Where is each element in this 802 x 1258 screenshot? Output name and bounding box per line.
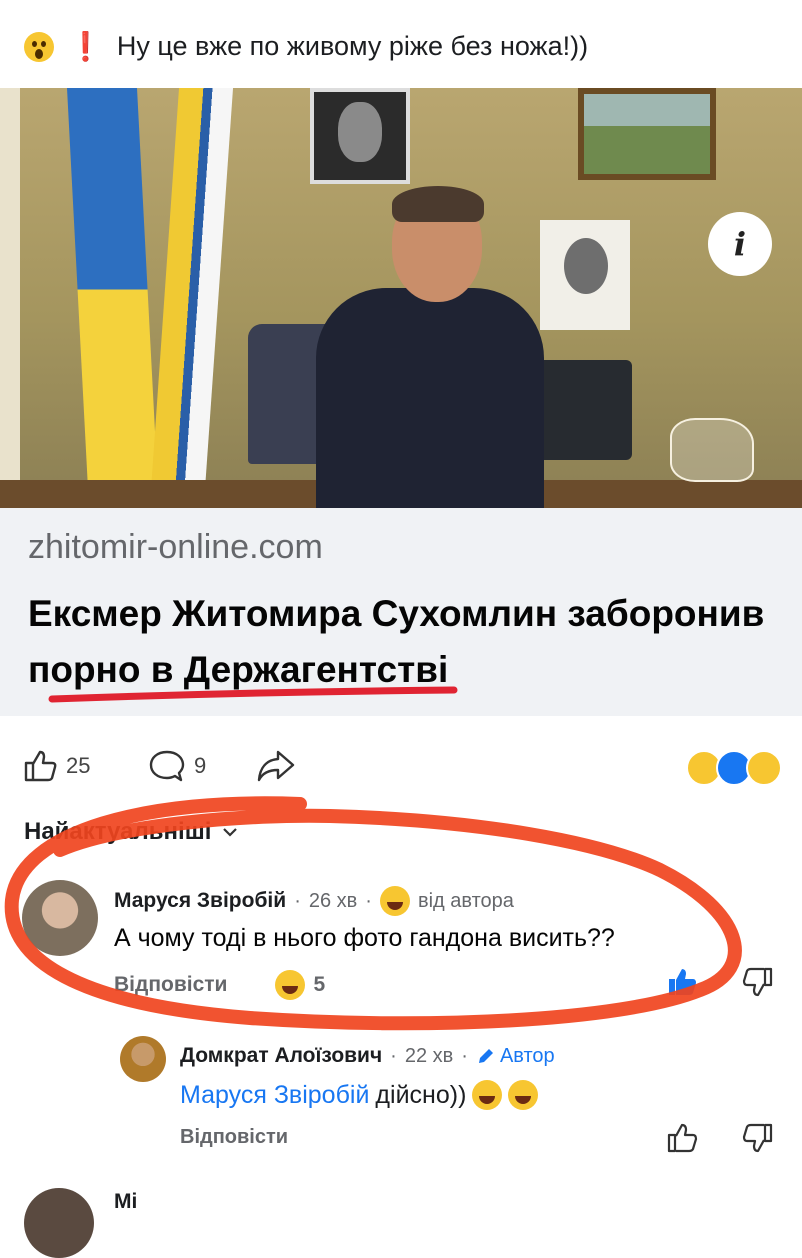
red-underline-annotation: [48, 686, 458, 703]
comment-author[interactable]: Маруся Звіробій: [114, 889, 286, 913]
ukraine-flag: [66, 88, 160, 508]
reaction-summary[interactable]: [686, 750, 782, 786]
grinning-face-icon: [275, 970, 306, 1000]
post-actions: 25 9: [0, 740, 802, 792]
comment-button[interactable]: 9: [148, 748, 206, 784]
wall-edge: [0, 88, 20, 508]
avatar-marusia[interactable]: [22, 880, 98, 956]
reaction-count[interactable]: 5: [313, 973, 325, 997]
sort-label: Найактуальніші: [24, 818, 212, 845]
dot-separator: ·: [461, 1044, 468, 1067]
thumbs-down-icon[interactable]: [742, 966, 774, 998]
comment-count: 9: [194, 753, 207, 778]
wall-drawing: [540, 220, 630, 330]
astonished-face-icon: [24, 31, 54, 62]
comment-bubble-icon: [149, 750, 185, 782]
map-lamp: [670, 418, 754, 482]
reply-button[interactable]: Відповісти: [180, 1126, 288, 1149]
thumbs-down-icon[interactable]: [742, 1122, 774, 1154]
link-title[interactable]: Ексмер Житомира Сухомлин заборонив порно…: [28, 586, 788, 698]
info-icon[interactable]: i: [708, 212, 772, 276]
comment-text: А чому тоді в нього фото гандона висить?…: [114, 924, 615, 952]
city-flag: [148, 88, 234, 508]
thumbs-up-icon: [24, 750, 57, 782]
chevron-down-icon: [223, 828, 238, 837]
comment-time[interactable]: 26 хв: [309, 890, 357, 913]
reply-header: Домкрат Алоїзович · 22 хв · Автор: [180, 1044, 555, 1068]
pencil-icon: [478, 1049, 493, 1063]
dot-separator: ·: [390, 1044, 397, 1067]
avatar-next[interactable]: [24, 1188, 94, 1258]
link-domain: zhitomir-online.com: [28, 528, 323, 566]
author-badge-label: Автор: [499, 1044, 555, 1067]
thumbs-up-filled-icon[interactable]: [666, 966, 698, 998]
comment-header: Маруся Звіробій · 26 хв · від автора: [114, 886, 514, 916]
comments-sort-dropdown[interactable]: Найактуальніші: [24, 818, 239, 846]
comment-footer: Відповісти 5: [114, 970, 325, 1000]
mention-link[interactable]: Маруся Звіробій: [180, 1081, 369, 1110]
avatar-domkrat[interactable]: [120, 1036, 166, 1082]
dot-separator: ·: [365, 889, 372, 912]
wow-reaction-icon: [746, 750, 782, 786]
reply-author[interactable]: Домкрат Алоїзович: [180, 1044, 382, 1068]
next-comment-author[interactable]: Mi: [114, 1190, 137, 1214]
like-count: 25: [66, 753, 91, 778]
person-hair: [392, 186, 484, 222]
link-preview-image[interactable]: i: [0, 88, 802, 508]
post-message: Ну це вже по живому ріже без ножа!)): [116, 31, 589, 61]
author-badge: від автора: [417, 889, 514, 912]
wall-painting: [578, 88, 716, 180]
reply-button[interactable]: Відповісти: [114, 973, 227, 997]
author-badge: Автор: [476, 1045, 555, 1068]
reply-time[interactable]: 22 хв: [405, 1045, 453, 1068]
person-body: [316, 288, 544, 508]
share-arrow-icon: [257, 750, 295, 782]
exclamation-mark-icon: ❗: [68, 31, 103, 62]
wall-portrait: [310, 88, 410, 184]
reply-text: Маруся Звіробій дійсно)): [180, 1080, 539, 1110]
thumbs-up-icon[interactable]: [666, 1122, 698, 1154]
like-button[interactable]: 25: [22, 748, 90, 784]
reply-message: дійсно)): [375, 1080, 467, 1109]
dot-separator: ·: [294, 889, 301, 912]
grinning-face-icon: [508, 1080, 539, 1110]
share-button[interactable]: [256, 748, 296, 784]
post-text: ❗ Ну це вже по живому ріже без ножа!)): [24, 30, 588, 63]
thinking-face-icon: [472, 1080, 503, 1110]
grinning-face-icon: [379, 886, 410, 916]
